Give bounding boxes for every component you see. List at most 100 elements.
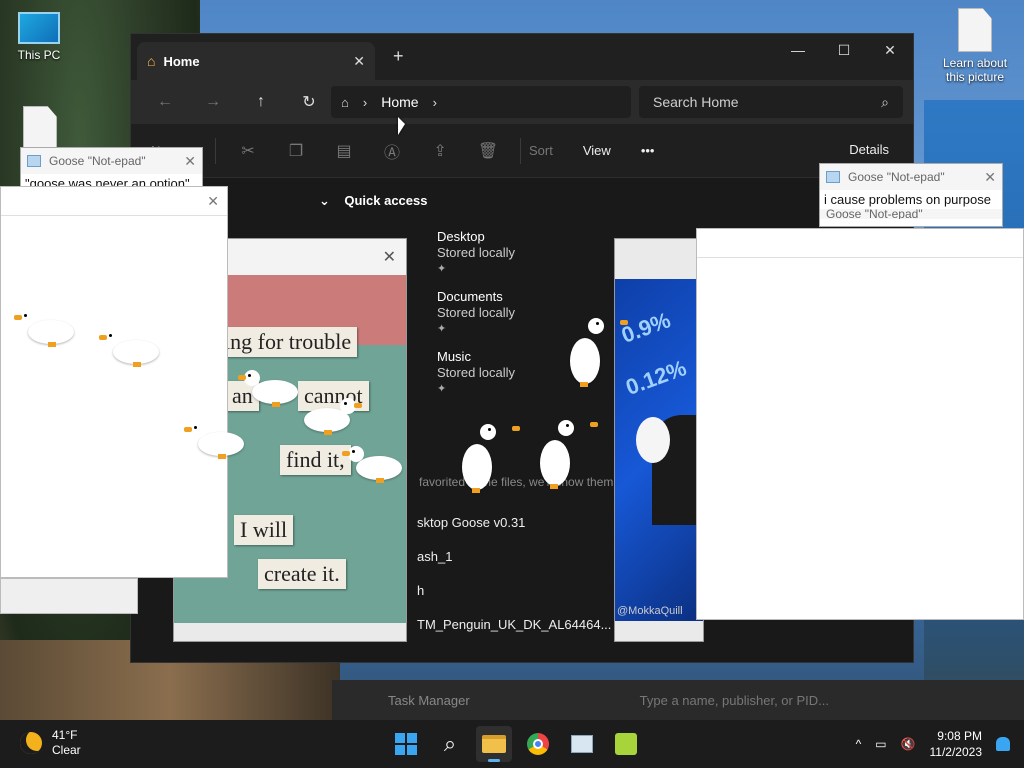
- goose-feet: [324, 430, 332, 435]
- copy-icon[interactable]: ❐: [272, 141, 320, 161]
- close-icon[interactable]: ✕: [184, 153, 196, 170]
- view-button[interactable]: View: [583, 143, 611, 158]
- recent-file[interactable]: TM_Penguin_UK_DK_AL64464...: [417, 617, 611, 632]
- goose[interactable]: [536, 420, 598, 490]
- goose-head: [342, 446, 364, 462]
- goose[interactable]: [184, 422, 250, 462]
- goose-head: [184, 422, 206, 438]
- volume-muted-icon[interactable]: 🔇: [901, 737, 916, 751]
- search-input[interactable]: Search Home ⌕: [639, 86, 903, 118]
- recent-file[interactable]: sktop Goose v0.31: [417, 515, 525, 530]
- chevron-up-icon[interactable]: ^: [856, 737, 862, 751]
- goose[interactable]: [458, 424, 520, 494]
- close-tab-button[interactable]: ✕: [353, 53, 365, 70]
- learn-about-picture-desktop-icon[interactable]: Learn about this picture: [938, 8, 1012, 84]
- goose-eye: [488, 428, 491, 431]
- clock[interactable]: 9:08 PM 11/2/2023: [930, 728, 983, 760]
- close-icon[interactable]: ✕: [207, 193, 219, 210]
- close-icon[interactable]: ✕: [383, 247, 396, 267]
- notification-bell-icon[interactable]: [996, 737, 1010, 751]
- goose-body: [252, 380, 298, 404]
- notepad-titlebar: Goose "Not-epad" ✕: [820, 164, 1002, 190]
- goose-head: [340, 398, 362, 414]
- quick-access-item-music[interactable]: Music Stored locally ✦: [437, 349, 515, 397]
- minimize-button[interactable]: —: [775, 34, 821, 66]
- close-window-button[interactable]: ✕: [867, 34, 913, 66]
- recent-file[interactable]: h: [417, 583, 424, 598]
- goose[interactable]: [342, 446, 408, 486]
- document-icon: [23, 106, 57, 150]
- item-status: Stored locally: [437, 245, 516, 260]
- rename-icon[interactable]: Ⓐ: [368, 139, 416, 163]
- notepad-text[interactable]: i cause problems on purpose: [820, 190, 1002, 209]
- goose-beak: [238, 375, 246, 380]
- goose-body: [540, 440, 570, 486]
- time: 9:08 PM: [937, 729, 982, 743]
- notepad-window-1: Goose "Not-epad" ✕ "goose was never an o…: [20, 147, 203, 191]
- task-manager-search[interactable]: Type a name, publisher, or PID...: [640, 693, 829, 708]
- this-pc-label: This PC: [17, 48, 61, 62]
- breadcrumb-home[interactable]: Home: [381, 94, 418, 110]
- goose[interactable]: [99, 330, 165, 370]
- this-pc-desktop-icon[interactable]: This PC: [14, 12, 64, 62]
- tab-title: Home: [163, 53, 200, 69]
- new-tab-button[interactable]: +: [393, 46, 404, 67]
- goose[interactable]: [14, 310, 80, 350]
- maximize-button[interactable]: ☐: [821, 34, 867, 66]
- share-icon[interactable]: ⇪: [416, 141, 464, 161]
- address-bar[interactable]: ⌂ › Home ›: [331, 86, 631, 118]
- paste-icon[interactable]: ▤: [320, 141, 368, 161]
- forward-button[interactable]: →: [189, 93, 237, 111]
- goose[interactable]: [238, 370, 304, 410]
- details-button[interactable]: Details: [849, 142, 889, 157]
- window-controls: — ☐ ✕: [775, 34, 913, 66]
- goose[interactable]: [566, 318, 628, 388]
- chevron-right-icon: ›: [362, 94, 368, 110]
- goose-feet: [376, 478, 384, 483]
- quick-access-item-desktop[interactable]: Desktop Stored locally ✦: [437, 229, 515, 277]
- quick-access-item-documents[interactable]: Documents Stored locally ✦: [437, 289, 515, 337]
- refresh-button[interactable]: ↻: [285, 92, 333, 112]
- quick-access-header[interactable]: ⌄ Quick access: [319, 193, 427, 209]
- taskbar-apps: ⌕: [388, 726, 644, 762]
- desktop-goose-taskbar-button[interactable]: [608, 726, 644, 762]
- weather-temp: 41°F: [52, 728, 78, 742]
- folder-icon: [482, 735, 506, 753]
- goose-eye: [248, 374, 251, 377]
- item-name: Music: [437, 349, 471, 364]
- task-manager-bar: Task Manager Type a name, publisher, or …: [332, 680, 1024, 720]
- chrome-taskbar-button[interactable]: [520, 726, 556, 762]
- goose-feet: [133, 362, 141, 367]
- blank-window-right: [696, 228, 1024, 620]
- recent-file[interactable]: ash_1: [417, 549, 452, 564]
- item-name: Desktop: [437, 229, 485, 244]
- network-icon[interactable]: ▭: [875, 737, 886, 751]
- more-options-button[interactable]: •••: [641, 143, 655, 158]
- cut-icon[interactable]: ✂: [224, 141, 272, 161]
- sort-button[interactable]: Sort: [529, 143, 553, 158]
- tab-bar: ⌂ Home ✕ + — ☐ ✕: [131, 34, 913, 80]
- notepad-titlebar: Goose "Not-epad" ✕: [21, 148, 202, 174]
- divider: [520, 137, 522, 164]
- task-manager-taskbar-button[interactable]: [564, 726, 600, 762]
- goose-feet: [218, 454, 226, 459]
- up-button[interactable]: ↑: [237, 93, 285, 111]
- delete-icon[interactable]: 🗑: [464, 141, 512, 161]
- goose-beak: [354, 403, 362, 408]
- poster-word: ing for trouble: [218, 327, 358, 357]
- blank-window-lower: [0, 578, 138, 614]
- start-button[interactable]: [388, 726, 424, 762]
- file-explorer-taskbar-button[interactable]: [476, 726, 512, 762]
- weather-widget[interactable]: 41°F Clear: [20, 728, 81, 758]
- goose[interactable]: [296, 398, 362, 438]
- search-button[interactable]: ⌕: [432, 726, 468, 762]
- back-button[interactable]: ←: [141, 93, 189, 111]
- divider: [697, 257, 1023, 258]
- search-icon: ⌕: [881, 93, 889, 110]
- close-icon[interactable]: ✕: [984, 169, 996, 186]
- tab-home[interactable]: ⌂ Home ✕: [137, 42, 375, 80]
- pin-icon: ✦: [437, 383, 447, 395]
- chevron-down-icon: ⌄: [319, 193, 330, 208]
- goose-beak: [590, 422, 598, 427]
- notepad-title: Goose "Not-epad": [826, 209, 923, 219]
